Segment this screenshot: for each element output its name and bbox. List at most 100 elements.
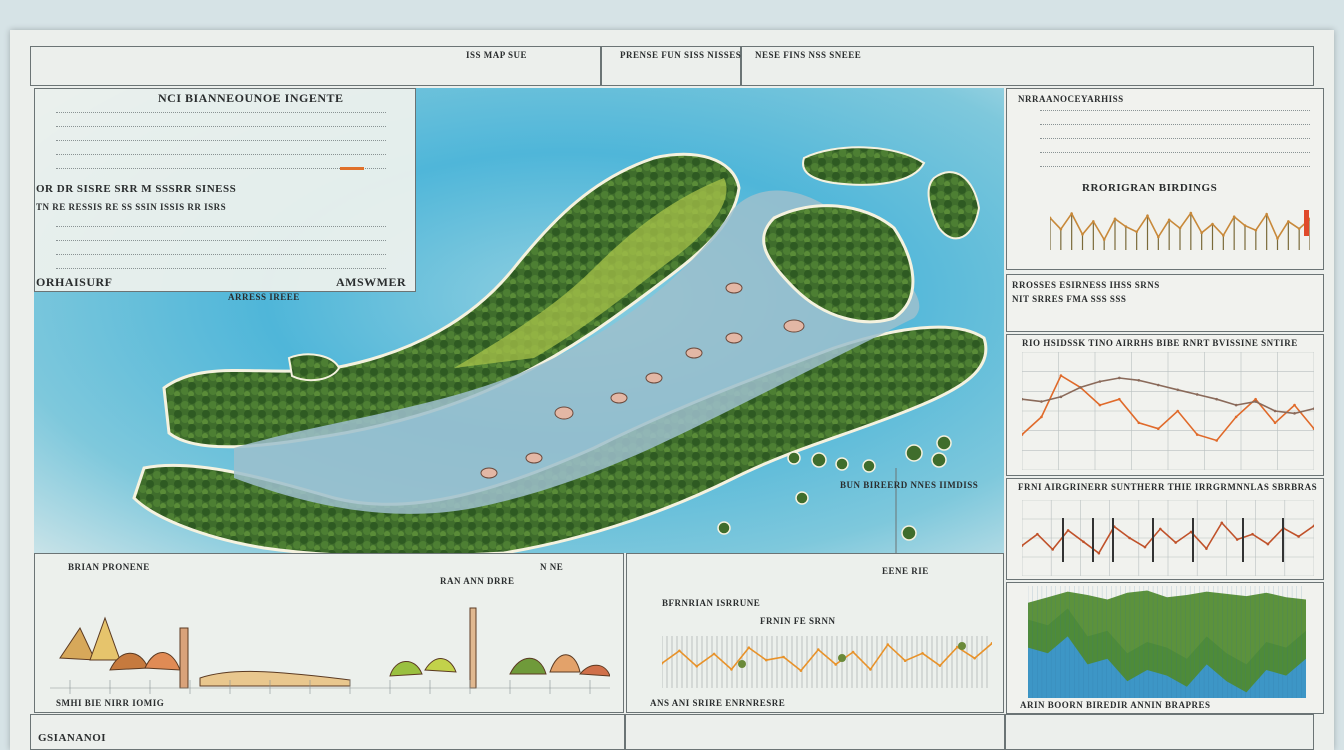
series-line-point <box>764 658 768 662</box>
series-line-point <box>886 643 890 646</box>
northeast-islet <box>802 146 926 186</box>
series-line-a-point <box>1156 427 1160 430</box>
series-line-a-point <box>1293 403 1296 407</box>
bottom-left-label-right: N NE <box>540 562 564 572</box>
series-line-point <box>1070 212 1073 215</box>
series-line-point <box>1128 536 1131 540</box>
bottom-strip <box>30 714 1314 750</box>
series-line-a-point <box>1040 415 1043 419</box>
series-line-point <box>1146 214 1149 217</box>
bottom-mid-chart <box>662 636 992 688</box>
legend-line-1: OR DR SISRE SRR M SSSRR SINESS <box>36 183 237 195</box>
series-line-point <box>1200 231 1203 235</box>
series-line-point <box>1066 529 1070 532</box>
series-line-point <box>973 656 976 660</box>
series-line-a-point <box>1195 433 1199 436</box>
legend-rule-7 <box>56 240 386 241</box>
series-line-point <box>747 646 751 649</box>
series-line-a-point <box>1176 409 1180 413</box>
series-line-b-point <box>1059 395 1063 399</box>
series-line-point <box>869 668 872 671</box>
right-mid-heading: RROSSES ESIRNESS IHSS SRNS <box>1012 280 1160 290</box>
legend-line-2: TN RE RESSIS RE SS SSIN ISSIS RR ISRS <box>36 202 227 212</box>
series-line-point <box>1266 542 1270 546</box>
series-line-point <box>1157 235 1160 239</box>
series-line-point <box>1287 220 1290 223</box>
series-line-point <box>1254 228 1258 232</box>
series-line-point <box>678 649 681 653</box>
series-line-point <box>1189 530 1193 534</box>
series-line-point <box>817 648 820 651</box>
header-title-right: NESE FINS NSS SNEEE <box>755 50 862 60</box>
right-mid-subheading: NIT SRRES FMA SSS SSS <box>1012 294 1127 304</box>
bottom-left-heading: BRIAN PRONENE <box>68 562 150 572</box>
series-line-b-point <box>1273 409 1277 413</box>
map-poster: ISS MAP SUE PRENSE FUN SISS NISSES NESE … <box>10 30 1334 750</box>
series-line-a-point <box>1215 439 1218 442</box>
east-islet <box>927 171 981 240</box>
series-line-point <box>1102 238 1106 241</box>
bottom-mid-heading: BFRNRIAN ISRRUNE <box>662 598 761 608</box>
right-bottom-area-chart <box>1028 586 1306 698</box>
right-chart-1 <box>1022 352 1314 470</box>
series-line-point <box>1174 541 1177 544</box>
bottom-left-footer: SMHI BIE NIRR IOMIG <box>56 698 165 708</box>
bottom-mid-label-1: FRNIN FE SRNN <box>760 616 836 626</box>
series-line-point <box>1265 212 1268 216</box>
series-line-point <box>712 652 716 656</box>
northwest-islet <box>287 353 341 382</box>
series-line-point <box>1297 227 1301 230</box>
legend-rule-5 <box>56 168 386 169</box>
right-top-rule-4 <box>1040 152 1310 153</box>
series-line-point <box>799 669 803 672</box>
series-line-a-point <box>1059 374 1063 377</box>
right-chart-2 <box>1022 500 1314 576</box>
right-chart-1-title: RIO HSIDSSK TINO AIRRHS BIBE RNRT BVISSI… <box>1022 338 1298 348</box>
legend-rule-8 <box>56 254 386 255</box>
series-line-b-point <box>1215 397 1218 401</box>
series-line-point <box>1081 233 1084 236</box>
series-line-point <box>1189 211 1193 215</box>
series-line-point <box>1232 215 1236 219</box>
series-line-point <box>1159 527 1162 531</box>
right-chart-2-title: FRNI AIRGRINERR SUNTHERR THIE IRRGRMNNLA… <box>1018 482 1318 492</box>
series-line-point <box>1036 532 1039 536</box>
series-line-point <box>1297 535 1300 538</box>
series-line-point <box>1092 220 1095 223</box>
bottom-left-illustration <box>50 607 610 694</box>
series-line-b-point <box>1254 400 1257 403</box>
series-line-b-point <box>1079 386 1082 389</box>
marker-bar <box>1152 518 1154 562</box>
right-top-rule-3 <box>1040 138 1310 139</box>
legend-swatch-orange <box>340 167 364 170</box>
legend-bottom-left: ORHAISURF <box>36 275 113 289</box>
legend-footer: ARRESS IREEE <box>228 292 300 302</box>
series-line-point <box>1135 230 1138 234</box>
marker-bar <box>1062 518 1064 562</box>
bottom-strip-divider-1 <box>624 714 626 750</box>
series-line-point <box>1113 217 1117 221</box>
series-line-b-point <box>1293 412 1296 415</box>
header-title-mid: PRENSE FUN SISS NISSES <box>620 50 742 60</box>
series-line-a-point <box>1273 421 1277 425</box>
bottom-strip-label: GSIANANOI <box>38 732 107 744</box>
right-top-rule-2 <box>1040 124 1310 125</box>
series-line-point <box>1235 538 1239 541</box>
series-line-point <box>938 664 942 667</box>
legend-rule-1 <box>56 112 386 113</box>
series-line-point <box>730 668 733 671</box>
legend-rule-6 <box>56 226 386 227</box>
series-line-b-point <box>1040 400 1043 403</box>
series-line-b-point <box>1176 388 1180 392</box>
marker-bar <box>1192 518 1194 562</box>
series-line-point <box>1124 225 1128 228</box>
series-line-a-point <box>1234 415 1238 419</box>
series-line-a-point <box>1254 397 1257 401</box>
series-line-point <box>695 665 699 668</box>
marker-bar <box>1112 518 1114 562</box>
series-line-point <box>903 659 907 663</box>
bottom-mid-label-2: EENE RIE <box>882 566 929 576</box>
series-line-point <box>1220 521 1224 525</box>
legend-rule-9 <box>56 268 386 269</box>
series-line-point <box>1143 545 1147 549</box>
